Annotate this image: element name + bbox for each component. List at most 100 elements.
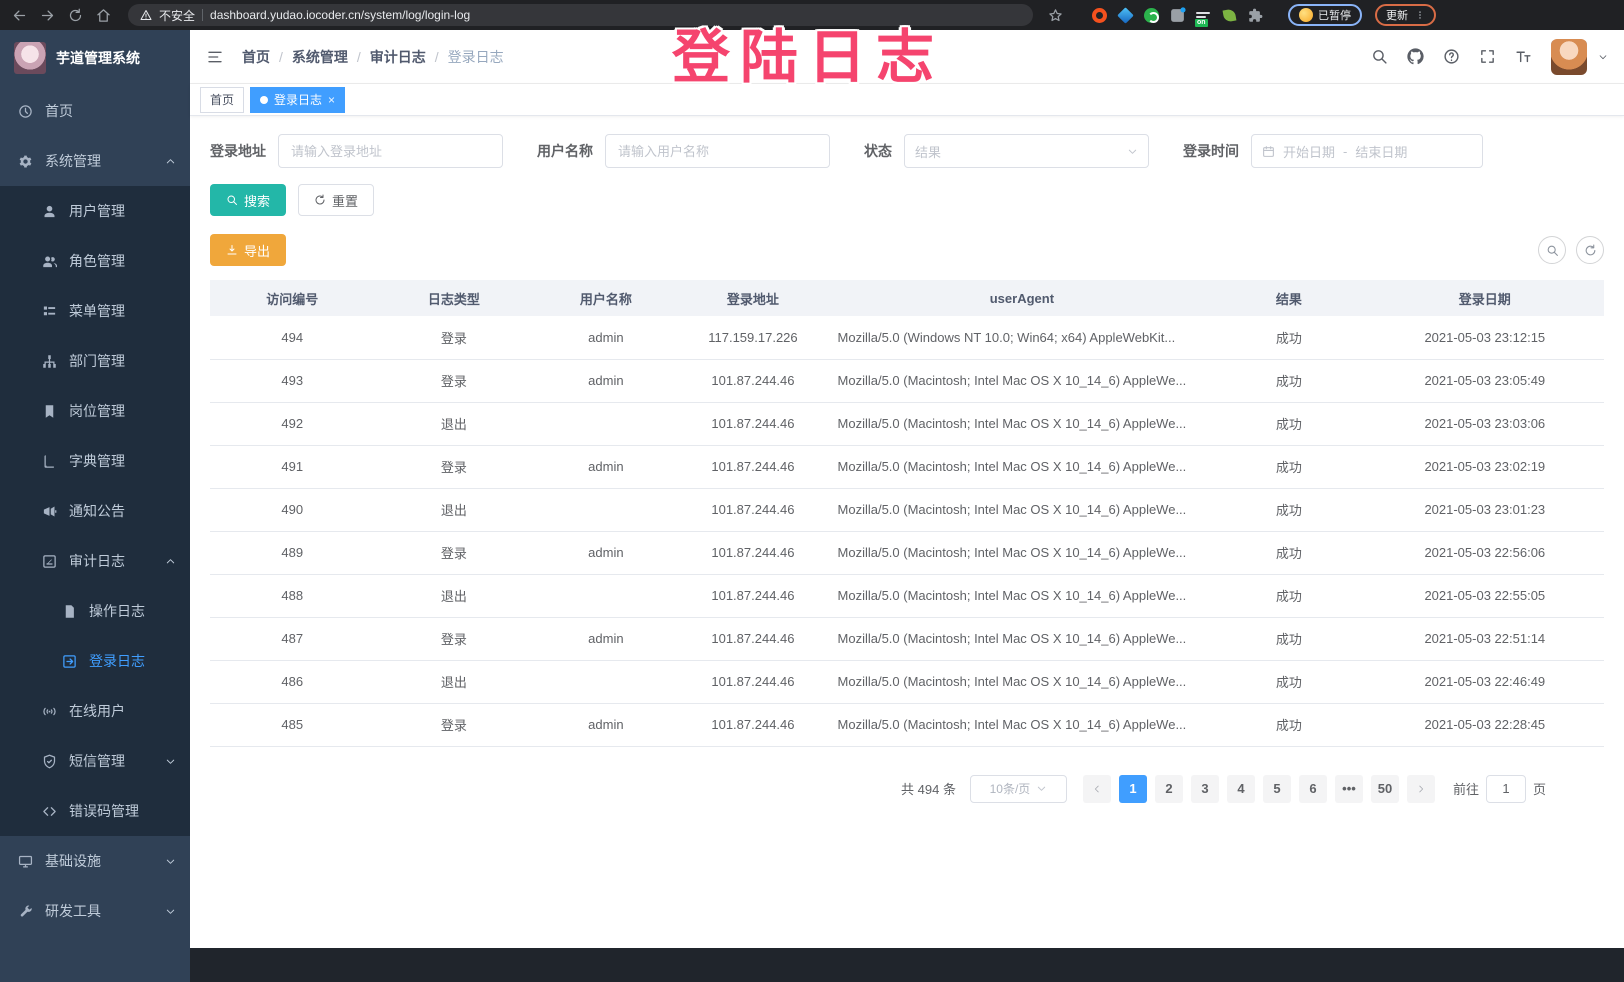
sidebar-item-label: 错误码管理: [69, 801, 139, 821]
table-row: 486退出101.87.244.46Mozilla/5.0 (Macintosh…: [210, 660, 1604, 703]
help-icon[interactable]: [1443, 48, 1460, 65]
tab-login-log[interactable]: 登录日志 ×: [250, 87, 345, 113]
page-button-3[interactable]: 3: [1191, 775, 1219, 803]
sidebar-item-post-mgmt[interactable]: 岗位管理: [0, 386, 190, 436]
extension-icon[interactable]: on: [1196, 8, 1211, 23]
refresh-icon: [314, 194, 326, 206]
username-input[interactable]: [605, 134, 830, 168]
cell-ip: 101.87.244.46: [678, 574, 827, 617]
extension-icon[interactable]: [1223, 8, 1237, 22]
cell-id: 490: [210, 488, 374, 531]
breadcrumb-item[interactable]: 系统管理: [292, 47, 348, 67]
app-logo: [14, 42, 46, 74]
sidebar-item-menu-mgmt[interactable]: 菜单管理: [0, 286, 190, 336]
export-button-label: 导出: [244, 241, 270, 260]
breadcrumb-item[interactable]: 首页: [242, 47, 270, 67]
forward-icon[interactable]: [40, 8, 55, 23]
tab-home[interactable]: 首页: [200, 87, 244, 113]
cell-user: admin: [533, 617, 678, 660]
cell-result: 成功: [1212, 359, 1365, 402]
sidebar-item-audit-log[interactable]: 审计日志: [0, 536, 190, 586]
sidebar-item-system[interactable]: 系统管理: [0, 136, 190, 186]
cell-type: 退出: [374, 574, 533, 617]
refresh-table-button[interactable]: [1576, 236, 1604, 264]
sidebar-item-label: 字典管理: [69, 451, 125, 471]
sidebar-item-online-user[interactable]: 在线用户: [0, 686, 190, 736]
login-time-range-picker[interactable]: 开始日期 - 结束日期: [1251, 134, 1483, 168]
breadcrumb-separator: /: [357, 49, 361, 65]
search-button-label: 搜索: [244, 191, 270, 210]
home-icon[interactable]: [96, 8, 111, 23]
extension-icon[interactable]: [1117, 7, 1134, 24]
sidebar-item-role-mgmt[interactable]: 角色管理: [0, 236, 190, 286]
sidebar-item-login-log[interactable]: 登录日志: [0, 636, 190, 686]
prev-page-button[interactable]: [1083, 775, 1111, 803]
cell-date: 2021-05-03 22:55:05: [1366, 574, 1604, 617]
fullscreen-icon[interactable]: [1479, 48, 1496, 65]
goto-page-input[interactable]: [1486, 775, 1526, 803]
address-divider: [202, 9, 203, 21]
close-icon[interactable]: ×: [328, 94, 335, 106]
tree-icon: [42, 304, 57, 319]
puzzle-icon[interactable]: [1248, 8, 1263, 23]
cell-type: 退出: [374, 660, 533, 703]
github-icon[interactable]: [1407, 48, 1424, 65]
search-icon[interactable]: [1371, 48, 1388, 65]
sidebar-item-notice[interactable]: 通知公告: [0, 486, 190, 536]
sidebar-item-user-mgmt[interactable]: 用户管理: [0, 186, 190, 236]
sidebar-item-dict-mgmt[interactable]: 字典管理: [0, 436, 190, 486]
hamburger-icon[interactable]: [206, 49, 224, 65]
page-button-2[interactable]: 2: [1155, 775, 1183, 803]
extension-icon[interactable]: [1171, 9, 1184, 22]
toggle-search-button[interactable]: [1538, 236, 1566, 264]
cell-user: [533, 488, 678, 531]
log-icon: [42, 554, 57, 569]
page-button-4[interactable]: 4: [1227, 775, 1255, 803]
cell-date: 2021-05-03 22:51:14: [1366, 617, 1604, 660]
page-button-1[interactable]: 1: [1119, 775, 1147, 803]
annotation-overlay-text: 登陆日志: [672, 10, 944, 94]
cell-type: 登录: [374, 359, 533, 402]
update-button[interactable]: 更新: [1375, 4, 1436, 26]
page-ellipsis[interactable]: •••: [1335, 775, 1363, 803]
tab-label: 登录日志: [274, 91, 322, 108]
status-select[interactable]: 结果: [904, 134, 1149, 168]
breadcrumb-separator: /: [279, 49, 283, 65]
next-page-button[interactable]: [1407, 775, 1435, 803]
user-avatar[interactable]: [1551, 39, 1587, 75]
page-button-6[interactable]: 6: [1299, 775, 1327, 803]
sidebar-item-errcode-mgmt[interactable]: 错误码管理: [0, 786, 190, 836]
app-logo-row[interactable]: 芋道管理系统: [0, 30, 190, 86]
page-button-50[interactable]: 50: [1371, 775, 1399, 803]
sidebar-item-dept-mgmt[interactable]: 部门管理: [0, 336, 190, 386]
bookmark-star-icon[interactable]: [1048, 8, 1063, 23]
column-header-ip: 登录地址: [678, 280, 827, 316]
sidebar-item-sms-mgmt[interactable]: 短信管理: [0, 736, 190, 786]
filter-label-username: 用户名称: [537, 141, 593, 161]
total-count: 共 494 条: [901, 779, 956, 798]
extension-icon[interactable]: [1144, 8, 1159, 23]
profile-chip[interactable]: 已暂停: [1288, 4, 1362, 26]
security-label: 不安全: [159, 7, 195, 24]
font-size-icon[interactable]: [1515, 48, 1532, 65]
chevron-up-icon: [165, 556, 176, 567]
export-button[interactable]: 导出: [210, 234, 286, 266]
breadcrumb-item[interactable]: 审计日志: [370, 47, 426, 67]
cell-result: 成功: [1212, 617, 1365, 660]
extension-icon[interactable]: [1092, 8, 1107, 23]
login-address-input[interactable]: [278, 134, 503, 168]
sidebar-item-operate-log[interactable]: 操作日志: [0, 586, 190, 636]
caret-down-icon[interactable]: [1598, 52, 1608, 62]
reset-button[interactable]: 重置: [298, 184, 374, 216]
sidebar-item-infra[interactable]: 基础设施: [0, 836, 190, 886]
back-icon[interactable]: [12, 8, 27, 23]
table-row: 487登录admin101.87.244.46Mozilla/5.0 (Maci…: [210, 617, 1604, 660]
sidebar-item-devtools[interactable]: 研发工具: [0, 886, 190, 936]
reload-icon[interactable]: [68, 8, 83, 23]
breadcrumb-separator: /: [435, 49, 439, 65]
search-button[interactable]: 搜索: [210, 184, 286, 216]
page-button-5[interactable]: 5: [1263, 775, 1291, 803]
sidebar-item-label: 部门管理: [69, 351, 125, 371]
sidebar-item-home[interactable]: 首页: [0, 86, 190, 136]
page-size-select[interactable]: 10条/页: [970, 775, 1067, 803]
